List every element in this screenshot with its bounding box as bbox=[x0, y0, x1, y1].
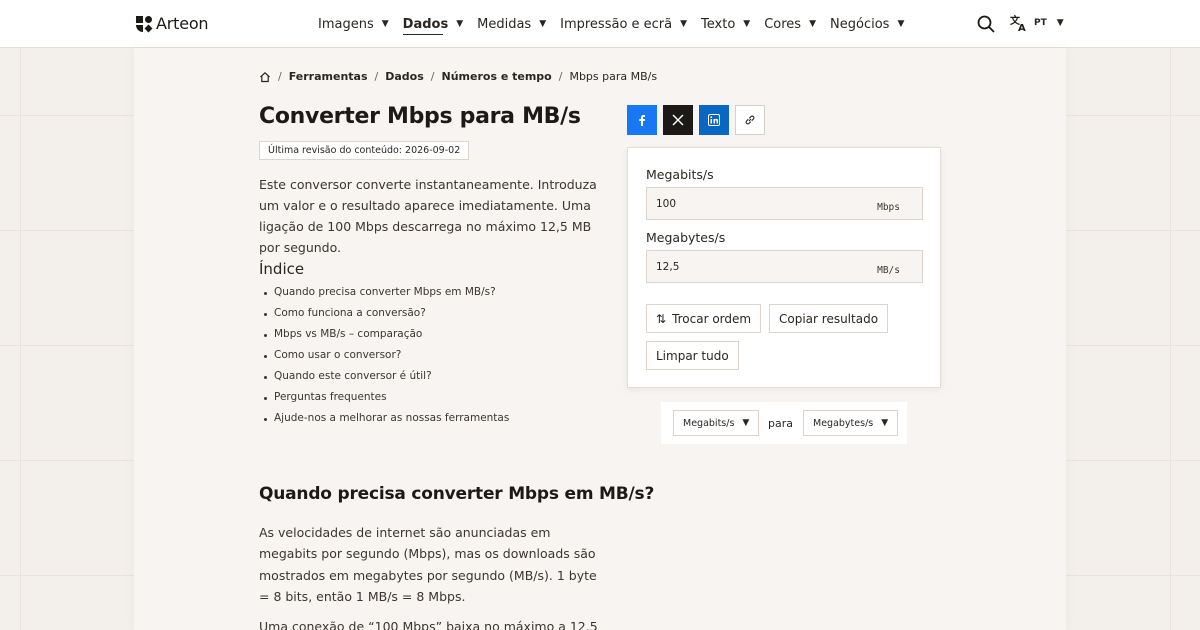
nav-item-dados[interactable]: Dados ▼ bbox=[403, 0, 463, 48]
share-x-button[interactable] bbox=[663, 105, 693, 135]
nav-label: Imagens bbox=[318, 16, 374, 32]
x-icon bbox=[672, 114, 684, 126]
unit-selector-bar: Megabits/s ▼ para Megabytes/s ▼ bbox=[661, 402, 907, 444]
nav-label: Negócios bbox=[830, 16, 890, 32]
toc-link[interactable]: Quando este conversor é útil? bbox=[263, 370, 509, 391]
converter-panel: Megabits/s Mbps Megabytes/s MB/s ⇅ Troca… bbox=[627, 147, 941, 388]
breadcrumb-numeros[interactable]: Números e tempo bbox=[442, 70, 552, 83]
caret-down-icon: ▼ bbox=[680, 19, 688, 29]
section-heading: Quando precisa converter Mbps em MB/s? bbox=[259, 484, 655, 504]
from-unit-select-value: Megabits/s bbox=[683, 417, 735, 429]
nav-label: Dados bbox=[402, 16, 449, 32]
from-unit-select[interactable]: Megabits/s ▼ bbox=[673, 410, 760, 436]
nav-label: Texto bbox=[701, 16, 736, 32]
breadcrumb-separator: / bbox=[374, 70, 379, 83]
toc-title: Índice bbox=[259, 260, 305, 278]
home-icon[interactable] bbox=[259, 71, 271, 83]
toc-link[interactable]: Como usar o conversor? bbox=[263, 349, 509, 370]
swap-icon: ⇅ bbox=[656, 311, 667, 326]
to-field-label: Megabytes/s bbox=[646, 230, 726, 245]
to-field: MB/s bbox=[646, 250, 923, 283]
to-unit-select[interactable]: Megabytes/s ▼ bbox=[803, 410, 899, 436]
from-field: Mbps bbox=[646, 187, 923, 220]
breadcrumb-separator: / bbox=[558, 70, 563, 83]
toc-link[interactable]: Como funciona a conversão? bbox=[263, 307, 509, 328]
share-facebook-button[interactable] bbox=[627, 105, 657, 135]
logo[interactable]: Arteon bbox=[136, 14, 209, 33]
unit-connector-text: para bbox=[768, 417, 793, 430]
breadcrumb-separator: / bbox=[430, 70, 435, 83]
section-paragraph: Uma conexão de “100 Mbps” baixa no máxim… bbox=[259, 619, 598, 630]
nav-item-imagens[interactable]: Imagens ▼ bbox=[318, 0, 389, 48]
caret-down-icon: ▼ bbox=[742, 418, 750, 428]
caret-down-icon: ▼ bbox=[809, 19, 817, 29]
breadcrumb: / Ferramentas / Dados / Números e tempo … bbox=[259, 70, 657, 83]
main-nav: Imagens ▼ Dados ▼ Medidas ▼ Impressão e … bbox=[318, 0, 918, 48]
caret-down-icon: ▼ bbox=[539, 19, 547, 29]
to-unit-label: MB/s bbox=[877, 265, 900, 276]
link-icon bbox=[745, 115, 755, 125]
caret-down-icon: ▼ bbox=[456, 19, 464, 29]
logo-icon bbox=[136, 15, 153, 32]
to-unit-select-value: Megabytes/s bbox=[813, 417, 874, 429]
caret-down-icon: ▼ bbox=[897, 19, 905, 29]
review-date-badge: Última revisão do conteúdo: 2026-09-02 bbox=[259, 141, 470, 160]
caret-down-icon: ▼ bbox=[881, 418, 889, 428]
page-title: Converter Mbps para MB/s bbox=[259, 104, 581, 129]
nav-label: Cores bbox=[764, 16, 802, 32]
intro-text: Este conversor converte instantaneamente… bbox=[259, 177, 597, 255]
clear-all-button[interactable]: Limpar tudo bbox=[646, 341, 739, 370]
nav-item-impressao[interactable]: Impressão e ecrã ▼ bbox=[560, 0, 687, 48]
nav-item-texto[interactable]: Texto ▼ bbox=[701, 0, 750, 48]
share-linkedin-button[interactable] bbox=[699, 105, 729, 135]
toc-link[interactable]: Mbps vs MB/s – comparação bbox=[263, 328, 509, 349]
breadcrumb-dados[interactable]: Dados bbox=[385, 70, 424, 83]
search-button[interactable] bbox=[976, 14, 996, 34]
content-card: / Ferramentas / Dados / Números e tempo … bbox=[134, 48, 1066, 630]
share-buttons bbox=[627, 105, 765, 135]
translate-icon: 文 A bbox=[1010, 14, 1026, 32]
table-of-contents: Quando precisa converter Mbps em MB/s? C… bbox=[263, 286, 509, 433]
copy-result-button[interactable]: Copiar resultado bbox=[769, 304, 889, 333]
language-code: PT bbox=[1034, 18, 1047, 28]
nav-item-negocios[interactable]: Negócios ▼ bbox=[830, 0, 904, 48]
clear-all-label: Limpar tudo bbox=[656, 348, 729, 363]
copy-result-label: Copiar resultado bbox=[779, 311, 879, 326]
nav-item-medidas[interactable]: Medidas ▼ bbox=[477, 0, 546, 48]
swap-order-label: Trocar ordem bbox=[672, 311, 752, 326]
logo-text: Arteon bbox=[156, 14, 209, 33]
toc-link[interactable]: Quando precisa converter Mbps em MB/s? bbox=[263, 286, 509, 307]
toc-link[interactable]: Ajude-nos a melhorar as nossas ferrament… bbox=[263, 412, 509, 433]
caret-down-icon: ▼ bbox=[381, 19, 389, 29]
nav-label: Impressão e ecrã bbox=[560, 16, 673, 32]
nav-label: Medidas bbox=[477, 16, 532, 32]
from-unit-label: Mbps bbox=[877, 202, 900, 213]
breadcrumb-separator: / bbox=[278, 70, 282, 83]
search-icon bbox=[977, 15, 995, 33]
svg-text:A: A bbox=[1018, 23, 1026, 32]
breadcrumb-current: Mbps para MB/s bbox=[569, 70, 658, 83]
nav-item-cores[interactable]: Cores ▼ bbox=[764, 0, 816, 48]
language-selector[interactable]: 文 A PT ▼ bbox=[1010, 14, 1064, 32]
caret-down-icon: ▼ bbox=[743, 19, 751, 29]
toc-link[interactable]: Perguntas frequentes bbox=[263, 391, 509, 412]
top-navigation-bar: Arteon Imagens ▼ Dados ▼ Medidas ▼ Impre… bbox=[0, 0, 1200, 48]
facebook-icon bbox=[639, 115, 645, 126]
swap-order-button[interactable]: ⇅ Trocar ordem bbox=[646, 304, 762, 333]
section-paragraph: As velocidades de internet são anunciada… bbox=[259, 525, 597, 604]
linkedin-icon bbox=[708, 114, 720, 126]
caret-down-icon: ▼ bbox=[1056, 18, 1064, 28]
from-field-label: Megabits/s bbox=[646, 167, 714, 182]
copy-link-button[interactable] bbox=[735, 105, 765, 135]
breadcrumb-ferramentas[interactable]: Ferramentas bbox=[289, 70, 368, 83]
